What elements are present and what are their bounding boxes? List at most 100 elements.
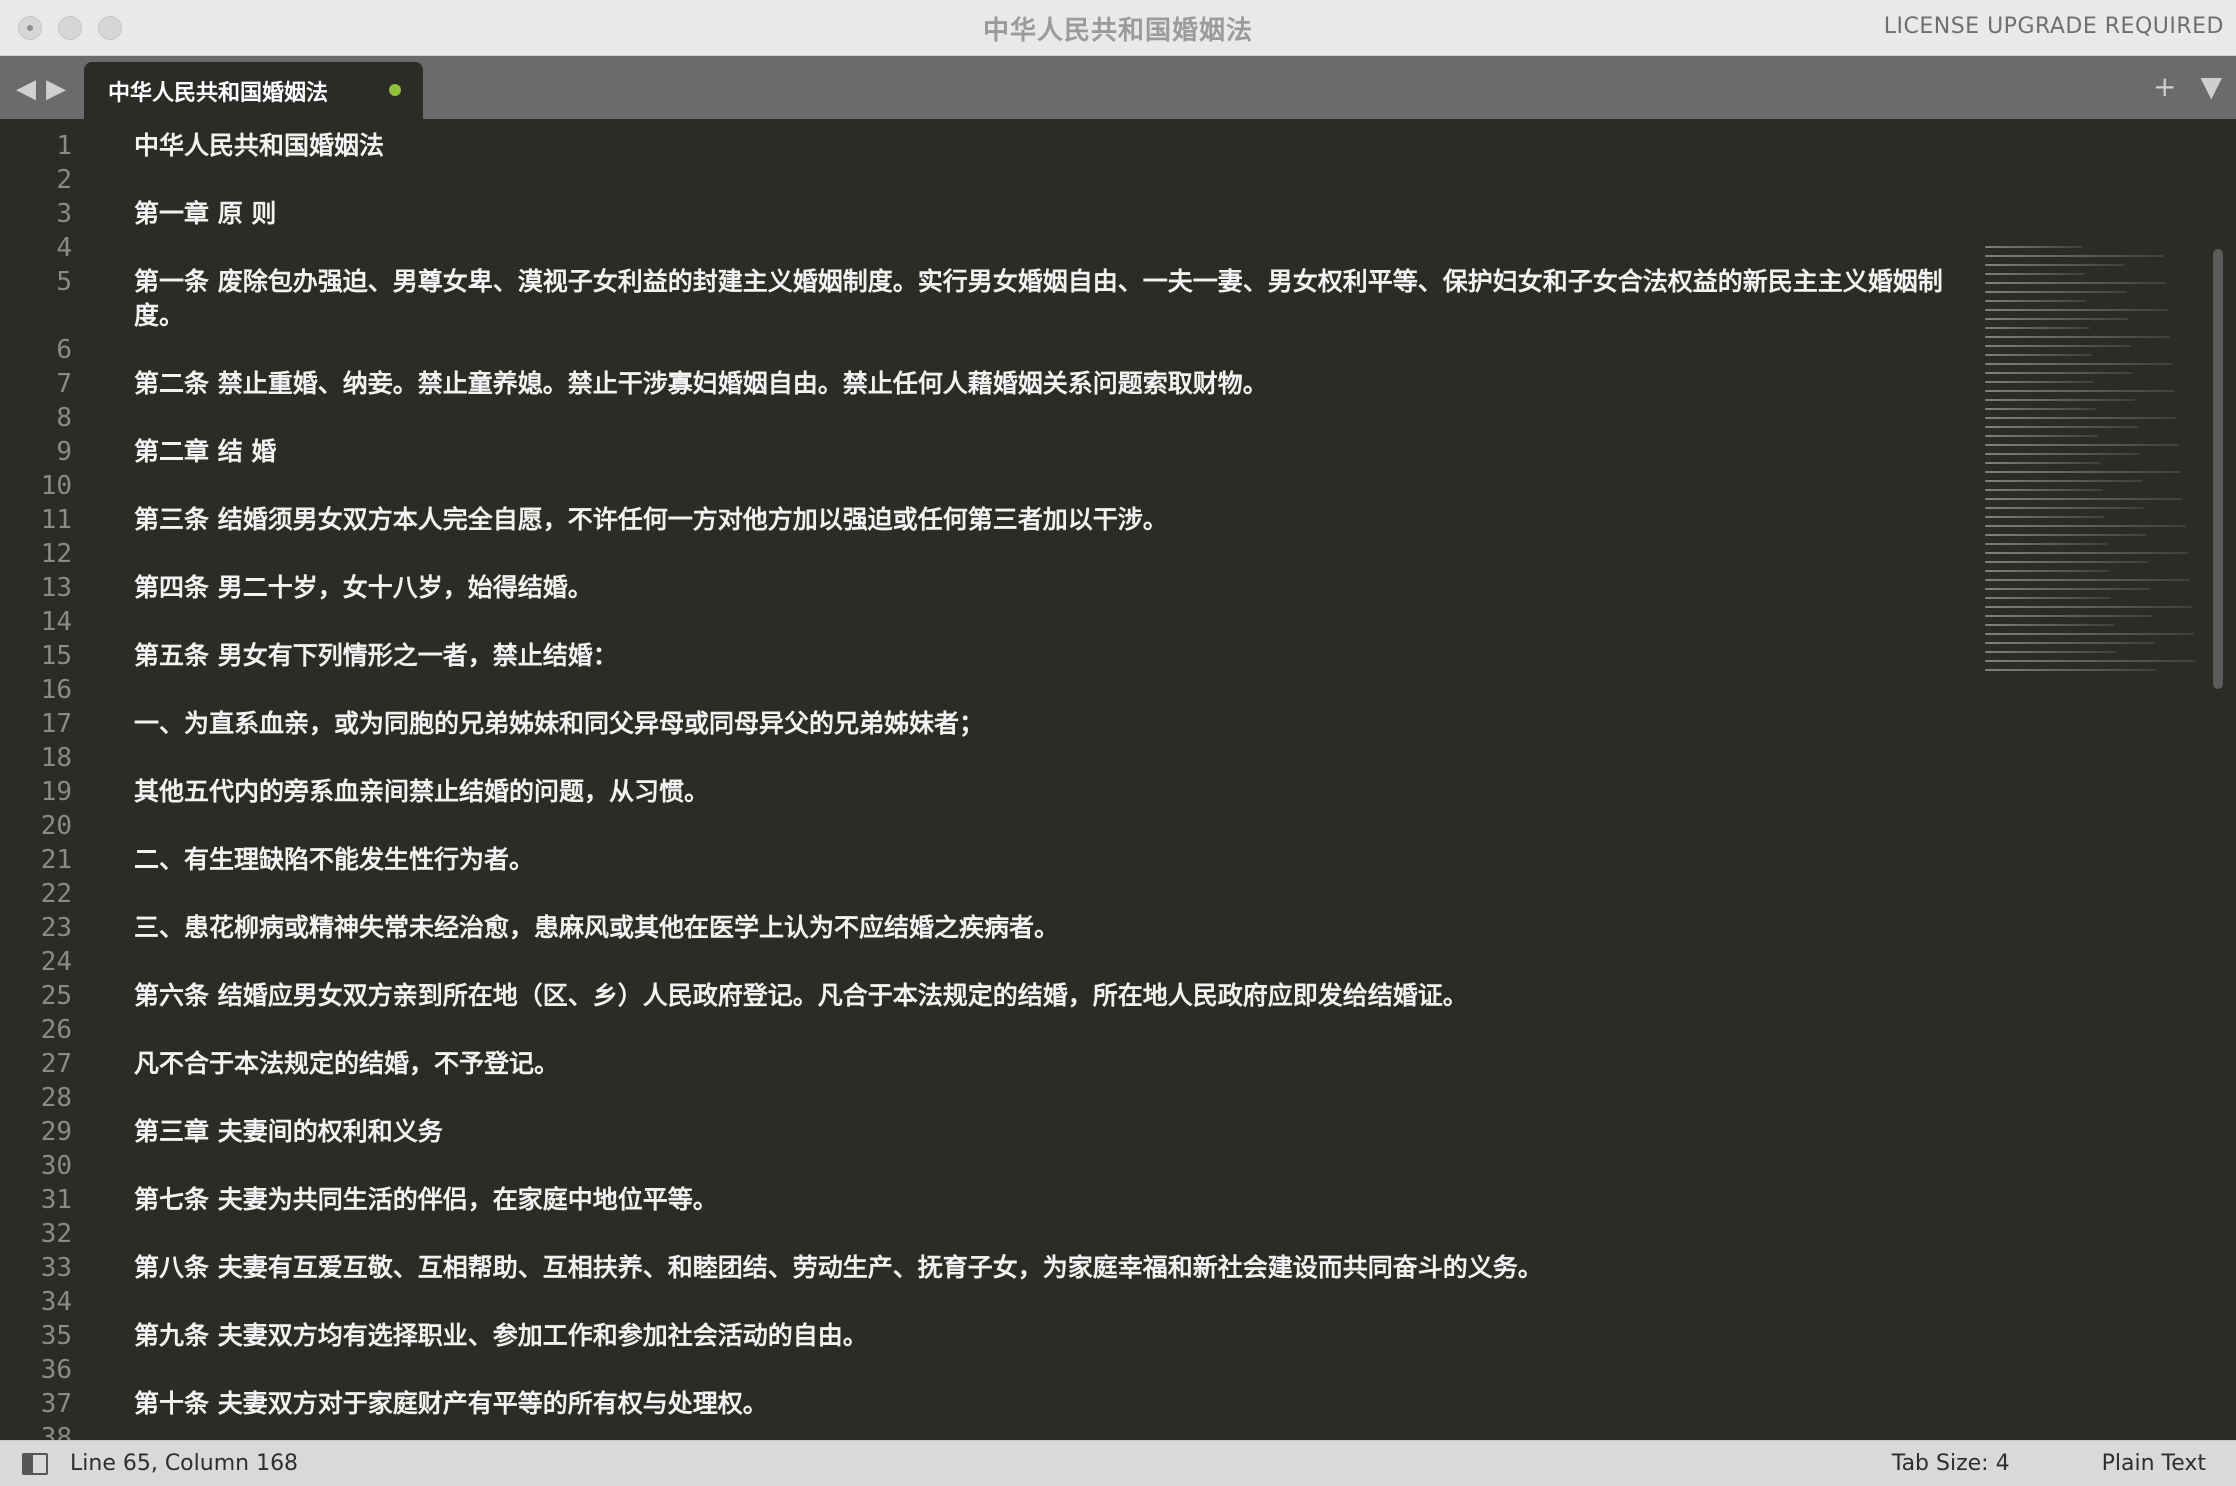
line-number: 15 (40, 641, 72, 671)
line-number: 6 (56, 335, 72, 365)
editor-line[interactable]: 37 第十条 夫妻双方对于家庭财产有平等的所有权与处理权。 (0, 1387, 1975, 1421)
minimap-line (1985, 372, 2134, 374)
editor-line[interactable]: 28 (0, 1081, 1975, 1115)
editor-line[interactable]: 34 (0, 1285, 1975, 1319)
line-text[interactable]: 凡不合于本法规定的结婚，不予登记。 (84, 1047, 1975, 1081)
line-number: 30 (40, 1151, 72, 1181)
minimap-line (1985, 327, 2090, 329)
title-bar: 中华人民共和国婚姻法 LICENSE UPGRADE REQUIRED (0, 0, 2236, 56)
syntax-mode[interactable]: Plain Text (2102, 1451, 2206, 1476)
line-text[interactable]: 第四条 男二十岁，女十八岁，始得结婚。 (84, 571, 1975, 605)
editor-line[interactable]: 3 第一章 原 则 (0, 197, 1975, 231)
line-text[interactable]: 三、患花柳病或精神失常未经治愈，患麻风或其他在医学上认为不应结婚之疾病者。 (84, 911, 1975, 945)
tab-back-icon[interactable]: ◀ (16, 74, 36, 104)
vertical-scrollbar[interactable] (2213, 249, 2223, 689)
minimap-line (1985, 597, 2112, 599)
cursor-position[interactable]: Line 65, Column 168 (70, 1451, 298, 1476)
line-number: 27 (40, 1049, 72, 1079)
tab-bar: ◀ ▶ 中华人民共和国婚姻法 + ▼ (0, 56, 2236, 119)
editor-line[interactable]: 19 其他五代内的旁系血亲间禁止结婚的问题，从习惯。 (0, 775, 1975, 809)
line-text[interactable]: 第三条 结婚须男女双方本人完全自愿，不许任何一方对他方加以强迫或任何第三者加以干… (84, 503, 1975, 537)
license-notice[interactable]: LICENSE UPGRADE REQUIRED (1884, 14, 2224, 39)
editor-line[interactable]: 32 (0, 1217, 1975, 1251)
editor-line[interactable]: 30 (0, 1149, 1975, 1183)
editor-line[interactable]: 5 第一条 废除包办强迫、男尊女卑、漠视子女利益的封建主义婚姻制度。实行男女婚姻自… (0, 265, 1975, 333)
editor-line[interactable]: 16 (0, 673, 1975, 707)
editor-line[interactable]: 17 一、为直系血亲，或为同胞的兄弟姊妹和同父异母或同母异父的兄弟姊妹者； (0, 707, 1975, 741)
editor-line[interactable]: 6 (0, 333, 1975, 367)
line-text[interactable]: 第二章 结 婚 (84, 435, 1975, 469)
editor-line[interactable]: 15 第五条 男女有下列情形之一者，禁止结婚： (0, 639, 1975, 673)
line-text[interactable]: 中华人民共和国婚姻法 (84, 129, 1975, 163)
tab-list-chevron-icon[interactable]: ▼ (2200, 70, 2222, 103)
line-text[interactable]: 第十条 夫妻双方对于家庭财产有平等的所有权与处理权。 (84, 1387, 1975, 1421)
editor-line[interactable]: 29 第三章 夫妻间的权利和义务 (0, 1115, 1975, 1149)
line-number: 32 (40, 1219, 72, 1249)
minimap-line (1985, 552, 2188, 554)
editor-line[interactable]: 33 第八条 夫妻有互爱互敬、互相帮助、互相扶养、和睦团结、劳动生产、抚育子女，为… (0, 1251, 1975, 1285)
editor-line[interactable]: 20 (0, 809, 1975, 843)
line-number: 16 (40, 675, 72, 705)
editor-line[interactable]: 27 凡不合于本法规定的结婚，不予登记。 (0, 1047, 1975, 1081)
editor-line[interactable]: 4 (0, 231, 1975, 265)
line-number: 23 (40, 913, 72, 943)
line-text[interactable]: 第六条 结婚应男女双方亲到所在地（区、乡）人民政府登记。凡合于本法规定的结婚，所… (84, 979, 1975, 1013)
editor-line[interactable]: 31 第七条 夫妻为共同生活的伴侣，在家庭中地位平等。 (0, 1183, 1975, 1217)
line-text[interactable]: 二、有生理缺陷不能发生性行为者。 (84, 843, 1975, 877)
editor-lines: 1 中华人民共和国婚姻法 2 3 第一章 原 则 4 5 第一条 废除包办强迫、男尊女卑、漠视… (0, 129, 1975, 1440)
minimap[interactable] (1985, 239, 2203, 709)
editor-line[interactable]: 10 (0, 469, 1975, 503)
editor-line[interactable]: 7 第二条 禁止重婚、纳妾。禁止童养媳。禁止干涉寡妇婚姻自由。禁止任何人藉婚姻关系… (0, 367, 1975, 401)
minimap-line (1985, 300, 2088, 302)
minimap-line (1985, 516, 2105, 518)
line-text[interactable]: 第一条 废除包办强迫、男尊女卑、漠视子女利益的封建主义婚姻制度。实行男女婚姻自由… (84, 265, 1975, 333)
editor-line[interactable]: 36 (0, 1353, 1975, 1387)
line-text[interactable]: 第八条 夫妻有互爱互敬、互相帮助、互相扶养、和睦团结、劳动生产、抚育子女，为家庭… (84, 1251, 1975, 1285)
line-text[interactable]: 第五条 男女有下列情形之一者，禁止结婚： (84, 639, 1975, 673)
minimap-line (1985, 435, 2099, 437)
new-tab-icon[interactable]: + (2153, 70, 2176, 103)
editor-line[interactable]: 38 (0, 1421, 1975, 1440)
editor-line[interactable]: 11 第三条 结婚须男女双方本人完全自愿，不许任何一方对他方加以强迫或任何第三者加… (0, 503, 1975, 537)
editor-area[interactable]: 1 中华人民共和国婚姻法 2 3 第一章 原 则 4 5 第一条 废除包办强迫、男尊女卑、漠视… (0, 119, 2236, 1440)
line-text[interactable]: 第一章 原 则 (84, 197, 1975, 231)
sidebar-toggle-icon[interactable] (22, 1452, 48, 1475)
editor-line[interactable]: 12 (0, 537, 1975, 571)
editor-line[interactable]: 24 (0, 945, 1975, 979)
status-right: Tab Size: 4 Plain Text (1892, 1451, 2206, 1476)
minimap-line (1985, 291, 2127, 293)
line-text[interactable]: 第二条 禁止重婚、纳妾。禁止童养媳。禁止干涉寡妇婚姻自由。禁止任何人藉婚姻关系问… (84, 367, 1975, 401)
line-number: 38 (40, 1423, 72, 1440)
editor-line[interactable]: 13 第四条 男二十岁，女十八岁，始得结婚。 (0, 571, 1975, 605)
editor-line[interactable]: 9 第二章 结 婚 (0, 435, 1975, 469)
editor-line[interactable]: 35 第九条 夫妻双方均有选择职业、参加工作和参加社会活动的自由。 (0, 1319, 1975, 1353)
document-tab[interactable]: 中华人民共和国婚姻法 (84, 62, 423, 119)
minimap-line (1985, 444, 2180, 446)
tab-actions: + ▼ (2153, 70, 2222, 103)
editor-line[interactable]: 8 (0, 401, 1975, 435)
line-number: 11 (40, 505, 72, 535)
line-number: 5 (56, 267, 72, 297)
editor-line[interactable]: 21 二、有生理缺陷不能发生性行为者。 (0, 843, 1975, 877)
line-number: 8 (56, 403, 72, 433)
editor-line[interactable]: 18 (0, 741, 1975, 775)
line-number: 24 (40, 947, 72, 977)
tab-forward-icon[interactable]: ▶ (46, 74, 66, 104)
tab-size[interactable]: Tab Size: 4 (1892, 1451, 2010, 1476)
editor-line[interactable]: 2 (0, 163, 1975, 197)
editor-line[interactable]: 1 中华人民共和国婚姻法 (0, 129, 1975, 163)
editor-line[interactable]: 23 三、患花柳病或精神失常未经治愈，患麻风或其他在医学上认为不应结婚之疾病者。 (0, 911, 1975, 945)
line-text[interactable]: 一、为直系血亲，或为同胞的兄弟姊妹和同父异母或同母异父的兄弟姊妹者； (84, 707, 1975, 741)
line-number: 7 (56, 369, 72, 399)
line-number: 18 (40, 743, 72, 773)
line-text[interactable]: 第三章 夫妻间的权利和义务 (84, 1115, 1975, 1149)
line-text[interactable]: 其他五代内的旁系血亲间禁止结婚的问题，从习惯。 (84, 775, 1975, 809)
editor-line[interactable]: 25 第六条 结婚应男女双方亲到所在地（区、乡）人民政府登记。凡合于本法规定的结婚… (0, 979, 1975, 1013)
editor-line[interactable]: 14 (0, 605, 1975, 639)
minimap-line (1985, 579, 2190, 581)
line-number: 22 (40, 879, 72, 909)
line-text[interactable]: 第七条 夫妻为共同生活的伴侣，在家庭中地位平等。 (84, 1183, 1975, 1217)
editor-line[interactable]: 26 (0, 1013, 1975, 1047)
editor-line[interactable]: 22 (0, 877, 1975, 911)
line-text[interactable]: 第九条 夫妻双方均有选择职业、参加工作和参加社会活动的自由。 (84, 1319, 1975, 1353)
